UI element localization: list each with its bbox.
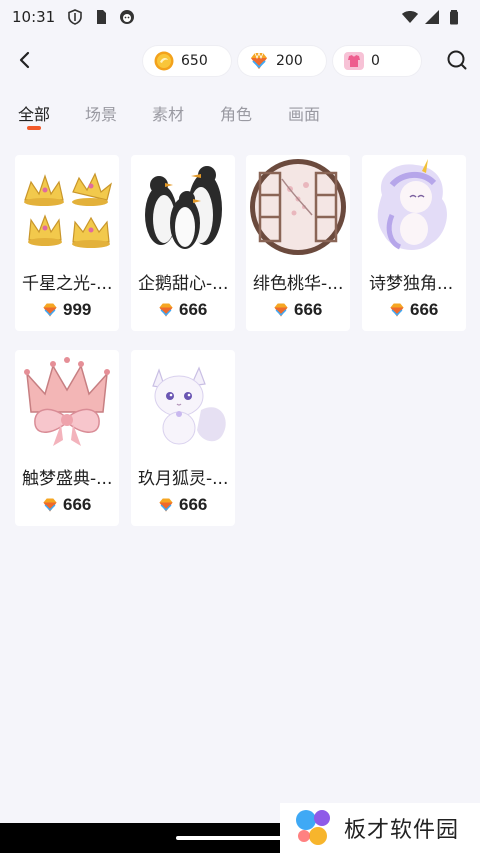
item-price: 666 (157, 495, 207, 515)
status-time: 10:31 (12, 8, 56, 26)
gem-icon (159, 303, 173, 317)
gem-icon (43, 303, 57, 317)
item-price-value: 666 (179, 300, 208, 319)
item-card[interactable]: 企鹅甜心-... 666 (131, 155, 235, 331)
item-price-value: 666 (294, 300, 323, 319)
item-image-round-window-blossom (246, 155, 350, 259)
tab-scenes[interactable]: 场景 (85, 101, 117, 125)
item-card[interactable]: 千星之光-... 999 (15, 155, 119, 331)
status-bar: 10:31 (0, 0, 480, 34)
watermark: 板才软件园 (280, 803, 480, 853)
active-tab-indicator (27, 126, 41, 130)
shirt-coupon-icon (343, 50, 365, 72)
item-name: 千星之光-... (22, 274, 113, 294)
battery-icon (450, 10, 458, 25)
item-price-value: 666 (410, 300, 439, 319)
tab-frames[interactable]: 画面 (288, 101, 320, 125)
status-icons-right (402, 9, 462, 25)
back-arrow-icon (19, 51, 30, 69)
item-card[interactable]: 玖月狐灵-... 666 (131, 350, 235, 526)
item-image-white-fox-spirit (131, 350, 235, 454)
search-button[interactable] (444, 47, 470, 73)
item-price: 666 (388, 300, 438, 320)
gold-coin-balance[interactable]: 650 (143, 46, 231, 76)
watermark-logo (296, 810, 330, 845)
item-price: 666 (41, 495, 91, 515)
item-price: 666 (272, 300, 322, 320)
item-name: 玖月狐灵-... (138, 469, 229, 489)
item-name: 诗梦独角... (369, 274, 454, 294)
gem-icon (274, 303, 288, 317)
gem-icon (390, 303, 404, 317)
tab-characters[interactable]: 角色 (220, 101, 252, 125)
gold-coin-icon (153, 50, 175, 72)
search-icon (447, 50, 467, 70)
watermark-text: 板才软件园 (344, 818, 460, 843)
item-price-value: 666 (179, 495, 208, 514)
gem-icon (43, 498, 57, 512)
item-image-pink-crown-bow (15, 350, 119, 454)
gem-value: 200 (276, 53, 303, 69)
top-bar: 650 200 0 (0, 42, 480, 80)
item-name: 企鹅甜心-... (138, 274, 229, 294)
category-tabs: 全部 场景 素材 角色 画面 (0, 96, 480, 136)
gem-icon (159, 498, 173, 512)
tab-all[interactable]: 全部 (18, 101, 50, 125)
gem-balance[interactable]: 200 (238, 46, 326, 76)
item-price-value: 999 (63, 300, 92, 319)
item-name: 绯色桃华-... (253, 274, 344, 294)
shield-icon (68, 9, 83, 25)
shirt-coupon-balance[interactable]: 0 (333, 46, 421, 76)
sim-card-icon (97, 10, 107, 24)
item-price: 999 (41, 300, 91, 320)
item-price: 666 (157, 300, 207, 320)
app-notification-icon (120, 10, 135, 24)
wifi-icon (402, 11, 418, 23)
item-image-unicorn-girl (362, 155, 466, 259)
gem-icon (248, 50, 270, 72)
item-name: 触梦盛典-... (22, 469, 113, 489)
item-image-penguins (131, 155, 235, 259)
signal-icon (425, 10, 439, 24)
gold-coin-value: 650 (181, 53, 208, 69)
tab-materials[interactable]: 素材 (152, 101, 184, 125)
item-card[interactable]: 绯色桃华-... 666 (246, 155, 350, 331)
item-card[interactable]: 诗梦独角... 666 (362, 155, 466, 331)
item-price-value: 666 (63, 495, 92, 514)
item-image-golden-crowns (15, 155, 119, 259)
shirt-coupon-value: 0 (371, 53, 380, 69)
back-button[interactable] (12, 47, 38, 73)
item-card[interactable]: 触梦盛典-... 666 (15, 350, 119, 526)
status-icons-left (67, 9, 135, 25)
